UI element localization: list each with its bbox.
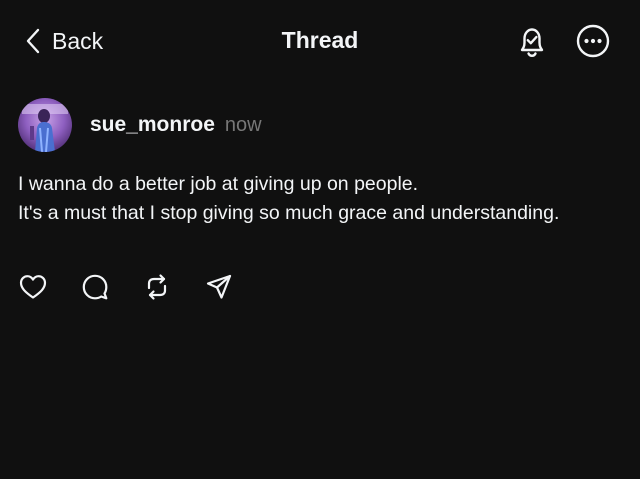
more-options-button[interactable]: [575, 23, 611, 59]
comment-icon: [81, 273, 109, 301]
thread-post: sue_monroe now I wanna do a better job a…: [18, 97, 622, 228]
chevron-left-icon: [26, 28, 40, 54]
like-button[interactable]: [18, 272, 48, 302]
post-header: sue_monroe now: [18, 97, 622, 153]
top-nav-bar: Back Thread: [0, 0, 640, 82]
post-body: I wanna do a better job at giving up on …: [18, 170, 622, 228]
repost-button[interactable]: [142, 272, 172, 302]
post-text-line: I wanna do a better job at giving up on …: [18, 173, 419, 195]
bell-check-icon: [514, 23, 550, 59]
comment-button[interactable]: [80, 272, 110, 302]
share-button[interactable]: [204, 272, 234, 302]
more-icon: [575, 23, 611, 59]
username[interactable]: sue_monroe: [90, 113, 215, 137]
avatar[interactable]: [18, 98, 72, 152]
repost-icon: [143, 273, 171, 301]
notifications-button[interactable]: [514, 23, 550, 59]
page-title: Thread: [281, 27, 359, 53]
back-button[interactable]: Back: [26, 24, 103, 58]
post-timestamp: now: [224, 113, 262, 136]
post-actions: [18, 272, 266, 302]
back-label: Back: [52, 27, 104, 54]
thread-screen: Back Thread sue_monroe now I wanna do a …: [0, 0, 640, 479]
heart-icon: [19, 274, 47, 300]
share-icon: [205, 273, 233, 301]
post-text-line: It's a must that I stop giving so much g…: [18, 202, 560, 224]
